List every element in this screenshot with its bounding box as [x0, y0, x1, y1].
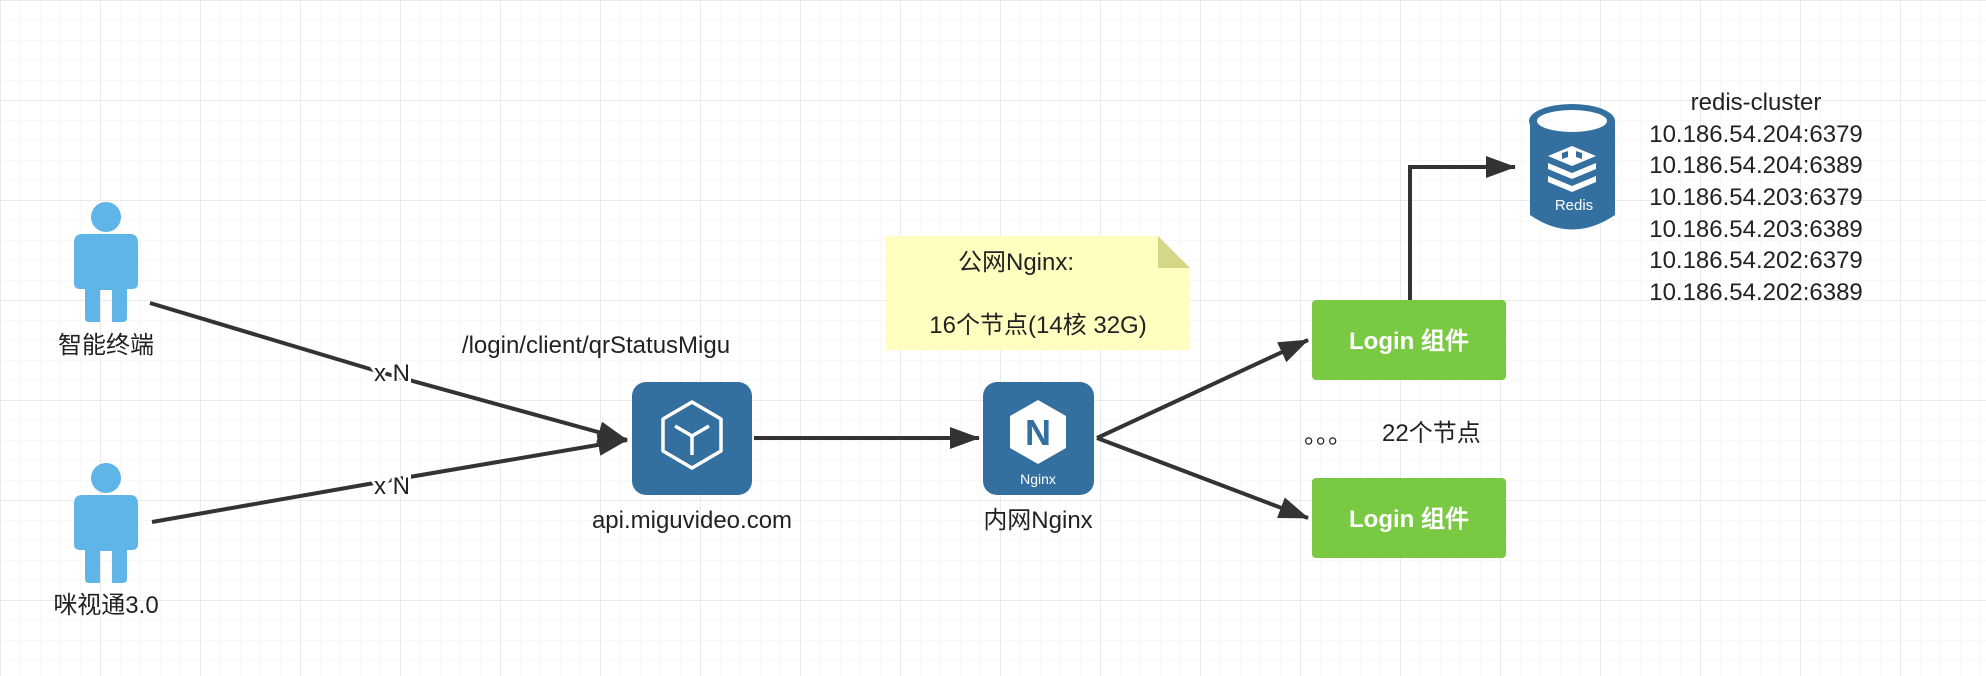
public-nginx-note[interactable]: 公网Nginx: 16个节点(14核 32G): [886, 236, 1190, 350]
nginx-icon-letter: N: [1025, 412, 1051, 453]
login-label: Login 组件: [1349, 328, 1469, 355]
api-label: api.miguvideo.com: [592, 507, 792, 534]
login-component-bottom[interactable]: Login 组件: [1312, 478, 1506, 558]
redis-cylinder-icon: Redis: [1529, 104, 1615, 230]
redis-node-address: 10.186.54.202:6389: [1649, 279, 1863, 306]
login-component-top[interactable]: Login 组件: [1312, 300, 1506, 380]
internal-nginx-label: 内网Nginx: [983, 507, 1092, 534]
user-label: 咪视通3.0: [53, 592, 158, 619]
redis-node-address: 10.186.54.202:6379: [1649, 247, 1863, 274]
redis-node-address: 10.186.54.203:6389: [1649, 216, 1863, 243]
path-label: /login/client/qrStatusMigu: [462, 332, 730, 359]
architecture-diagram: x N x N /login/client/qrStatusMigu 智能终端 …: [0, 0, 1986, 676]
nginx-icon-caption: Nginx: [1020, 471, 1056, 487]
note-line-1: 公网Nginx:: [958, 249, 1074, 276]
user-label: 智能终端: [58, 332, 154, 359]
login-node-count: 22个节点: [1382, 420, 1481, 447]
redis-node-address: 10.186.54.204:6389: [1649, 152, 1863, 179]
note-line-2: 16个节点(14核 32G): [929, 312, 1146, 339]
multiplier-label-bottom: x N: [374, 473, 410, 500]
redis-icon-caption: Redis: [1555, 197, 1593, 214]
redis-cluster-title: redis-cluster: [1691, 89, 1822, 116]
multiplier-label-top: x N: [374, 360, 410, 387]
redis-node-address: 10.186.54.204:6379: [1649, 121, 1863, 148]
internal-nginx-node[interactable]: N Nginx 内网Nginx: [983, 382, 1094, 534]
login-ellipsis: 。。。: [1304, 422, 1352, 449]
redis-node-address: 10.186.54.203:6379: [1649, 184, 1863, 211]
login-label: Login 组件: [1349, 506, 1469, 533]
